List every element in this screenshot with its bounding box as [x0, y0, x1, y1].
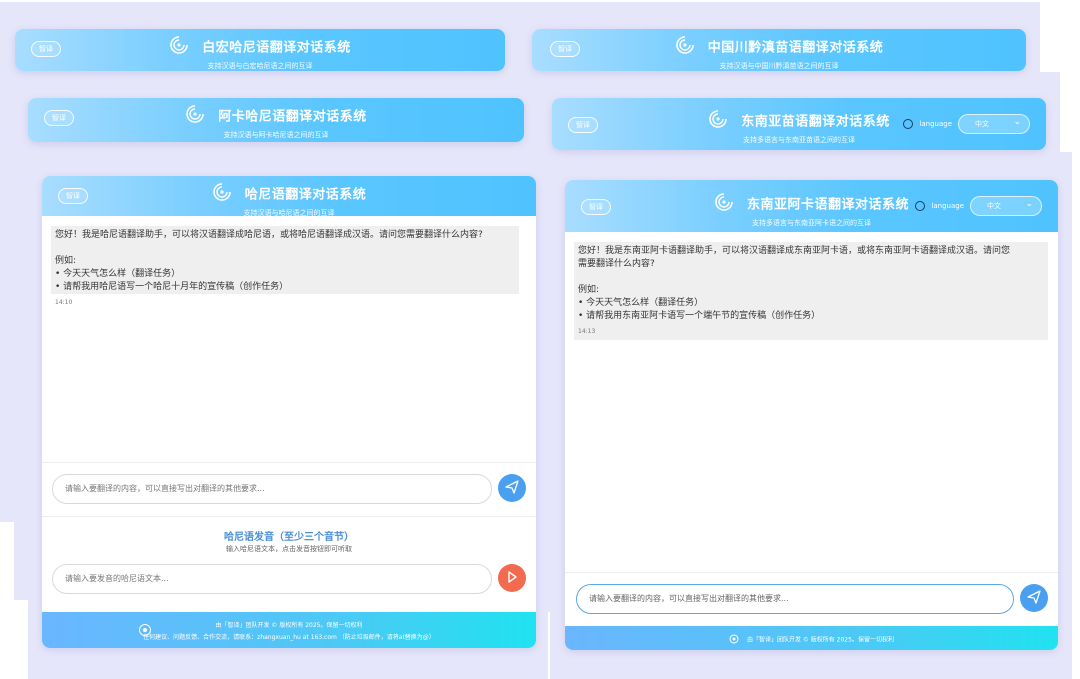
play-icon — [505, 569, 519, 588]
header: 智译 东南亚苗语翻译对话系统 支持多语言与东南亚苗语之间的互译 language… — [552, 98, 1046, 150]
language-label: language — [931, 202, 964, 210]
window-aka-hani: 智译 阿卡哈尼语翻译对话系统 支持汉语与阿卡哈尼语之间的互译 — [28, 98, 524, 142]
divider — [42, 516, 536, 517]
page-title: 中国川黔滇苗语翻译对话系统 — [707, 40, 884, 56]
window-sea-aka: 智译 东南亚阿卡语翻译对话系统 支持多语言与东南亚阿卡语之间的互译 langua… — [565, 180, 1058, 650]
language-label: language — [919, 120, 952, 128]
message-time: 14:13 — [578, 328, 596, 335]
assistant-message: 您好！我是东南亚阿卡语翻译助手，可以将汉语翻译成东南亚阿卡语，或将东南亚阿卡语翻… — [574, 242, 1048, 340]
send-button[interactable] — [498, 474, 526, 502]
window-sea-miao: 智译 东南亚苗语翻译对话系统 支持多语言与东南亚苗语之间的互译 language… — [552, 98, 1046, 150]
window-hani: 智译 哈尼语翻译对话系统 支持汉语与哈尼语之间的互译 您好！我是哈尼语翻译助手，… — [42, 176, 536, 648]
pronunciation-subtitle: 输入哈尼语文本，点击发音按钮即可听取 — [226, 545, 352, 553]
footer-copyright-wrap: 由「智译」团队开发 © 版权所有 2025。保留一切权利 — [565, 626, 1058, 646]
spiral-logo-icon — [675, 35, 695, 59]
footer: 由「智译」团队开发 © 版权所有 2025。保留一切权利 — [565, 626, 1058, 650]
send-icon — [505, 479, 519, 498]
header: 智译 阿卡哈尼语翻译对话系统 支持汉语与阿卡哈尼语之间的互译 — [28, 98, 524, 142]
page-subtitle: 支持汉语与哈尼语之间的互译 — [243, 209, 335, 217]
send-icon — [1027, 589, 1041, 608]
header-title-wrap: 白宏哈尼语翻译对话系统 支持汉语与白宏哈尼语之间的互译 — [15, 35, 505, 71]
pronunciation-title: 哈尼语发音（至少三个音节） — [224, 532, 354, 543]
spiral-logo-icon — [714, 192, 734, 216]
header: 智译 中国川黔滇苗语翻译对话系统 支持汉语与中国川黔滇苗语之间的互译 — [532, 29, 1026, 71]
footer-contact: 任何建议、问题反馈、合作交流，请联系：zhangxuan_hu at 163.c… — [143, 634, 435, 641]
page-title: 白宏哈尼语翻译对话系统 — [202, 40, 351, 56]
message-text: 您好！我是东南亚阿卡语翻译助手，可以将汉语翻译成东南亚阿卡语，或将东南亚阿卡语翻… — [578, 246, 1011, 321]
pronunciation-input[interactable]: 请输入要发音的哈尼语文本... — [52, 564, 492, 594]
translate-input[interactable]: 请输入要翻译的内容，可以直接写出对翻译的其他要求... — [52, 474, 492, 504]
divider — [42, 462, 536, 463]
spiral-logo-icon — [169, 35, 189, 59]
page-subtitle: 支持多语言与东南亚阿卡语之间的互译 — [752, 219, 871, 227]
send-button[interactable] — [1020, 584, 1048, 612]
header: 智译 哈尼语翻译对话系统 支持汉语与哈尼语之间的互译 — [42, 176, 536, 218]
language-select[interactable]: 中文 — [970, 195, 1042, 216]
screenshot-stage: 智译 白宏哈尼语翻译对话系统 支持汉语与白宏哈尼语之间的互译 智译 中国川黔滇苗… — [0, 0, 1080, 679]
header: 智译 白宏哈尼语翻译对话系统 支持汉语与白宏哈尼语之间的互译 — [15, 29, 505, 71]
page-title: 东南亚阿卡语翻译对话系统 — [747, 197, 910, 213]
language-selector: language 中文 — [915, 195, 1042, 216]
header: 智译 东南亚阿卡语翻译对话系统 支持多语言与东南亚阿卡语之间的互译 langua… — [565, 180, 1058, 232]
language-selector: language 中文 — [903, 113, 1030, 134]
footer: 由「智译」团队开发 © 版权所有 2025。保留一切权利 任何建议、问题反馈、合… — [42, 612, 536, 648]
language-dot-icon — [915, 201, 926, 211]
header-title-wrap: 阿卡哈尼语翻译对话系统 支持汉语与阿卡哈尼语之间的互译 — [28, 104, 524, 140]
spiral-logo-icon — [708, 109, 728, 133]
footer-logo-icon — [138, 623, 152, 639]
page-subtitle: 支持汉语与白宏哈尼语之间的互译 — [207, 62, 313, 70]
spiral-logo-icon — [212, 182, 232, 206]
page-subtitle: 支持汉语与中国川黔滇苗语之间的互译 — [719, 62, 839, 70]
message-text: 您好！我是哈尼语翻译助手，可以将汉语翻译成哈尼语，或将哈尼语翻译成汉语。请问您需… — [55, 230, 483, 292]
page-title: 哈尼语翻译对话系统 — [244, 187, 367, 203]
footer-logo-icon — [729, 634, 739, 646]
divider — [565, 572, 1058, 573]
page-subtitle: 支持汉语与阿卡哈尼语之间的互译 — [223, 131, 329, 139]
header-title-wrap: 哈尼语翻译对话系统 支持汉语与哈尼语之间的互译 — [42, 182, 536, 218]
translate-input[interactable]: 请输入要翻译的内容，可以直接写出对翻译的其他要求... — [576, 584, 1014, 614]
footer-copyright: 由「智译」团队开发 © 版权所有 2025。保留一切权利 — [746, 636, 894, 644]
play-button[interactable] — [498, 564, 526, 592]
header-title-wrap: 中国川黔滇苗语翻译对话系统 支持汉语与中国川黔滇苗语之间的互译 — [532, 35, 1026, 71]
page-subtitle: 支持多语言与东南亚苗语之间的互译 — [743, 136, 855, 144]
page-title: 东南亚苗语翻译对话系统 — [741, 114, 890, 130]
language-select[interactable]: 中文 — [958, 113, 1030, 134]
window-baihong-hani: 智译 白宏哈尼语翻译对话系统 支持汉语与白宏哈尼语之间的互译 — [15, 29, 505, 71]
language-dot-icon — [903, 119, 914, 129]
spiral-logo-icon — [185, 104, 205, 128]
window-chuanqiandian-miao: 智译 中国川黔滇苗语翻译对话系统 支持汉语与中国川黔滇苗语之间的互译 — [532, 29, 1026, 71]
assistant-message: 您好！我是哈尼语翻译助手，可以将汉语翻译成哈尼语，或将哈尼语翻译成汉语。请问您需… — [51, 226, 519, 306]
page-title: 阿卡哈尼语翻译对话系统 — [218, 109, 367, 125]
message-time: 14:10 — [55, 299, 73, 306]
footer-copyright: 由「智译」团队开发 © 版权所有 2025。保留一切权利 — [215, 622, 363, 629]
